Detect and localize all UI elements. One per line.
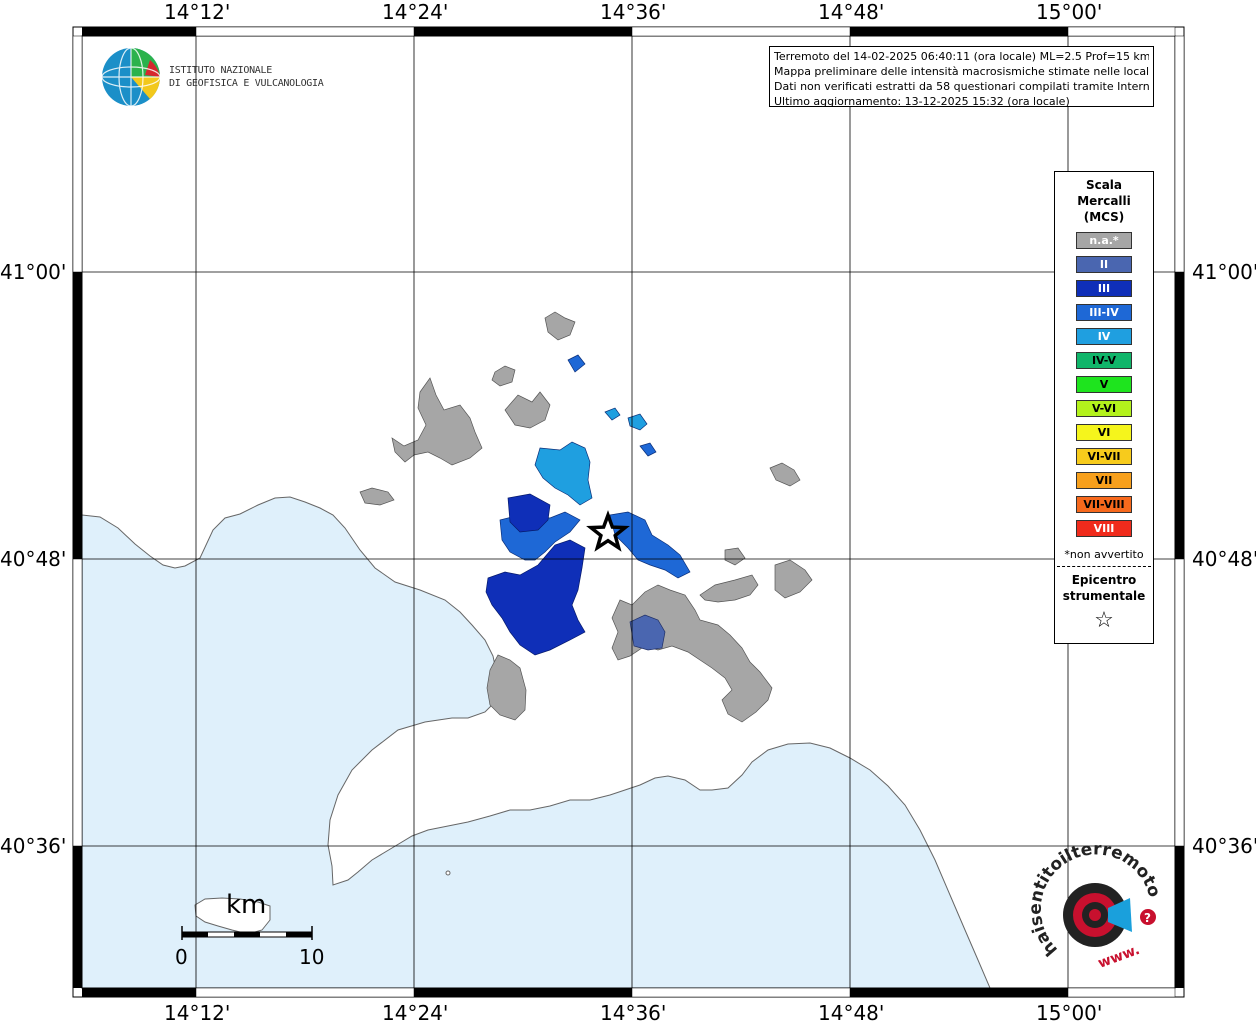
legend-epicenter-label: Epicentro strumentale	[1055, 572, 1153, 604]
legend-title-line-3: (MCS)	[1083, 210, 1125, 224]
lat-label-left-2: 40°48'	[0, 547, 67, 571]
scale-bar-title: km	[226, 890, 267, 920]
legend-swatch-6: V	[1076, 376, 1132, 393]
legend-epicenter-line-2: strumentale	[1062, 589, 1146, 603]
lon-label-top-1: 14°12'	[164, 0, 231, 24]
lon-label-top-4: 14°48'	[818, 0, 885, 24]
legend-swatch-3: III-IV	[1076, 304, 1132, 321]
legend-swatch-4: IV	[1076, 328, 1132, 345]
lat-label-right-1: 41°00'	[1192, 260, 1256, 284]
event-info-line-3: Dati non verificati estratti da 58 quest…	[774, 80, 1149, 93]
event-info-box: Terremoto del 14-02-2025 06:40:11 (ora l…	[769, 46, 1154, 108]
ingv-logo-text: ISTITUTO NAZIONALE DI GEOFISICA E VULCAN…	[169, 64, 324, 90]
legend-title-line-2: Mercalli	[1077, 194, 1131, 208]
lat-label-left-3: 40°36'	[0, 834, 67, 858]
legend-swatch-7: V-VI	[1076, 400, 1132, 417]
legend-swatch-9: VI-VII	[1076, 448, 1132, 465]
legend-swatch-1: II	[1076, 256, 1132, 273]
lon-label-top-2: 14°24'	[382, 0, 449, 24]
lat-label-right-2: 40°48'	[1192, 547, 1256, 571]
legend-swatch-12: VIII	[1076, 520, 1132, 537]
legend-items: n.a.* II III III-IV IV IV-V V V-VI VI VI-VII VII VI…	[1055, 232, 1153, 537]
ingv-logo-line-1: ISTITUTO NAZIONALE	[169, 65, 272, 76]
ingv-globe-icon	[101, 47, 161, 107]
lon-label-bottom-1: 14°12'	[164, 1001, 231, 1025]
legend-swatch-2: III	[1076, 280, 1132, 297]
legend-epicenter-line-1: Epicentro	[1071, 573, 1137, 587]
lon-label-top-5: 15°00'	[1036, 0, 1103, 24]
legend-swatch-0: n.a.*	[1076, 232, 1132, 249]
svg-text:?: ?	[1144, 911, 1151, 925]
legend-separator	[1057, 566, 1151, 567]
legend-swatch-5: IV-V	[1076, 352, 1132, 369]
lon-label-top-3: 14°36'	[600, 0, 667, 24]
legend-title: Scala Mercalli (MCS)	[1055, 177, 1153, 225]
event-info-line-4: Ultimo aggiornamento: 13-12-2025 15:32 (…	[774, 95, 1070, 108]
event-info-line-1: Terremoto del 14-02-2025 06:40:11 (ora l…	[774, 50, 1149, 63]
legend-swatch-8: VI	[1076, 424, 1132, 441]
lat-label-left-1: 41°00'	[0, 260, 67, 284]
event-info-line-2: Mappa preliminare delle intensità macros…	[774, 65, 1149, 78]
lon-label-bottom-3: 14°36'	[600, 1001, 667, 1025]
scale-bar-end: 10	[299, 945, 325, 969]
lon-label-bottom-5: 15°00'	[1036, 1001, 1103, 1025]
ingv-logo-line-2: DI GEOFISICA E VULCANOLOGIA	[169, 78, 324, 89]
legend-swatch-10: VII	[1076, 472, 1132, 489]
legend-note: *non avvertito	[1064, 548, 1144, 561]
legend-title-line-1: Scala	[1085, 178, 1123, 192]
islet	[445, 870, 451, 876]
scale-bar-start: 0	[175, 945, 188, 969]
lon-label-bottom-4: 14°48'	[818, 1001, 885, 1025]
legend-swatch-11: VII-VIII	[1076, 496, 1132, 513]
legend-star-icon: ☆	[1094, 608, 1114, 633]
lon-label-bottom-2: 14°24'	[382, 1001, 449, 1025]
lat-label-right-3: 40°36'	[1192, 834, 1256, 858]
mcs-legend: Scala Mercalli (MCS) n.a.* II III III-IV IV I…	[1054, 171, 1154, 644]
